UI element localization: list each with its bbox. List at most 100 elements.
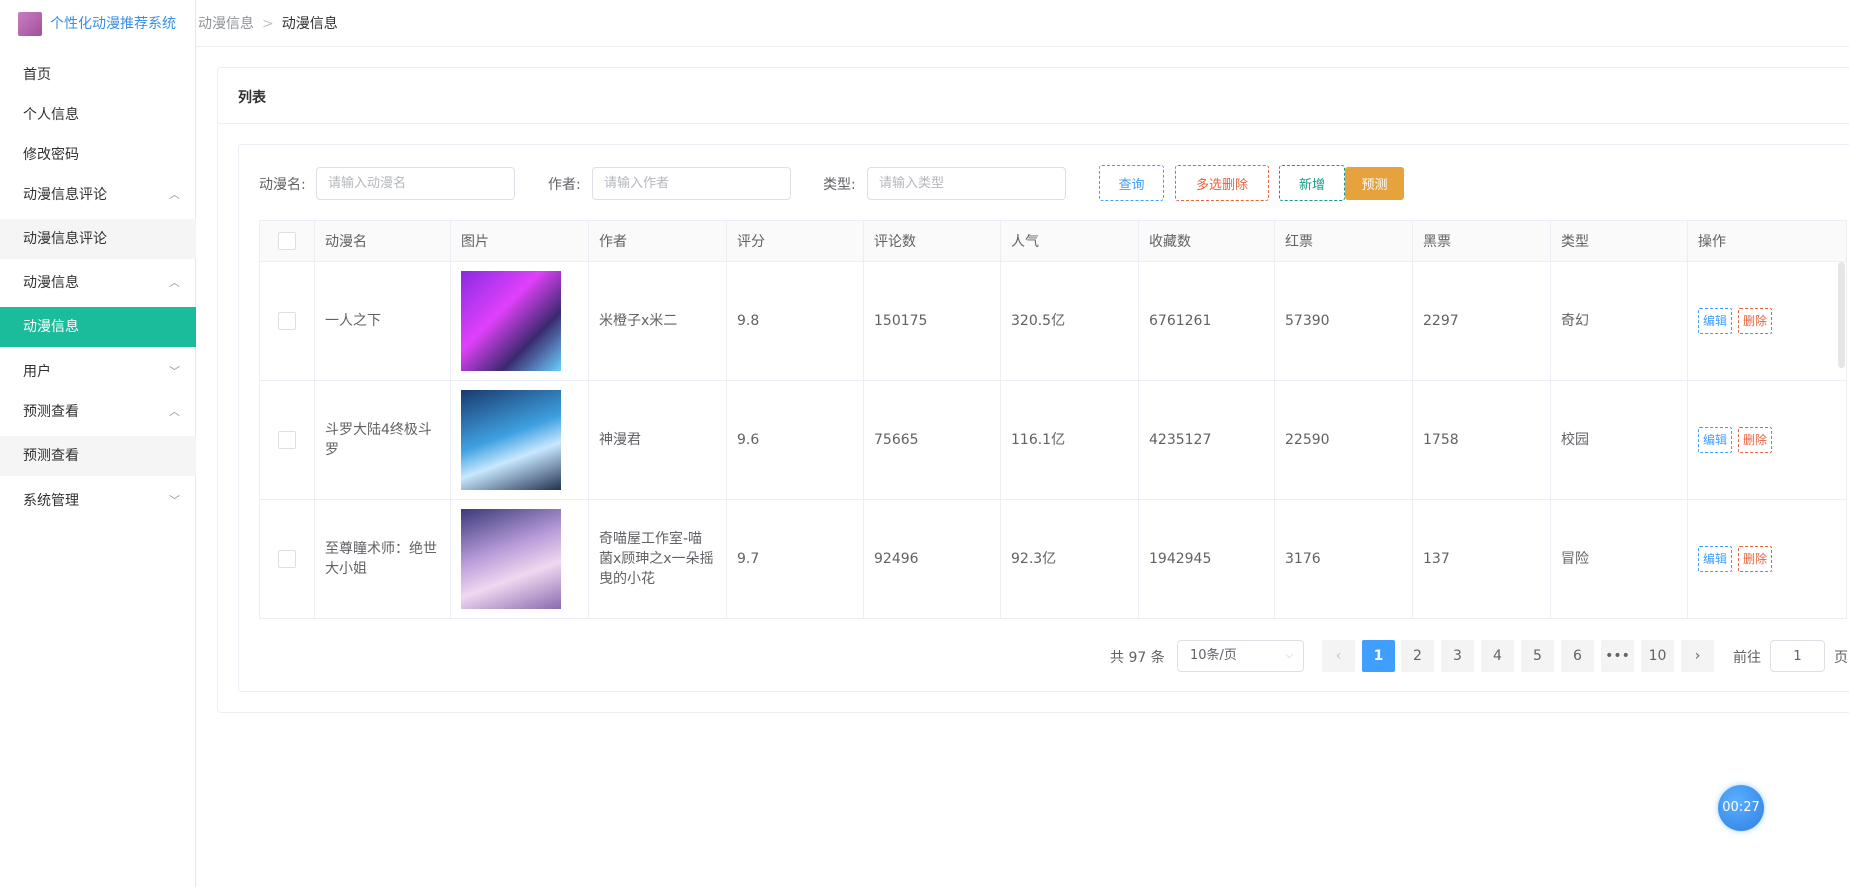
sidebar-item[interactable]: 动漫信息 [0, 307, 196, 347]
sidebar-item[interactable]: 动漫信息 ︿ [0, 263, 196, 303]
timer-badge[interactable]: 00:27 [1718, 785, 1764, 831]
page-button[interactable]: 4 [1481, 640, 1514, 672]
sidebar-item[interactable]: 用户 ﹀ [0, 352, 196, 392]
table-cell: 9.6 [726, 380, 864, 500]
table-cell: 斗罗大陆4终极斗罗 [314, 380, 451, 500]
table-cell: 2297 [1412, 261, 1551, 381]
table-cell: 92496 [863, 499, 1001, 619]
table-cell: 至尊瞳术师：绝世大小姐 [314, 499, 451, 619]
sidebar-item-label: 个人信息 [23, 107, 79, 123]
page-suffix: 页 [1834, 650, 1848, 666]
page-button[interactable]: 6 [1561, 640, 1594, 672]
sidebar-item-label: 动漫信息 [23, 319, 79, 335]
table-cell: 1942945 [1138, 499, 1275, 619]
page-button[interactable]: 5 [1521, 640, 1554, 672]
prev-page-button[interactable]: ‹ [1322, 640, 1355, 672]
name-search-input[interactable] [316, 167, 515, 200]
sidebar-item[interactable]: 动漫信息评论 ︿ [0, 175, 196, 215]
delete-button[interactable]: 删除 [1738, 427, 1773, 453]
table-cell: 4235127 [1138, 380, 1275, 500]
edit-button[interactable]: 编辑 [1698, 308, 1733, 334]
sidebar-item[interactable]: 动漫信息评论 [0, 219, 196, 259]
sidebar-item-label: 动漫信息 [23, 275, 79, 291]
sidebar-item-label: 系统管理 [23, 493, 79, 509]
table-cell: 奇喵屋工作室-喵菌x顾珅之x一朵摇曳的小花 [588, 499, 727, 619]
sidebar-item[interactable]: 系统管理 ﹀ [0, 481, 196, 521]
row-checkbox[interactable] [278, 431, 296, 449]
anime-cover-image [461, 271, 561, 371]
divider [218, 123, 1849, 124]
table-cell: 22590 [1274, 380, 1413, 500]
row-checkbox[interactable] [278, 550, 296, 568]
column-header: 红票 [1274, 220, 1413, 262]
table-cell: 1758 [1412, 380, 1551, 500]
edit-button[interactable]: 编辑 [1698, 427, 1733, 453]
table-cell: 9.7 [726, 499, 864, 619]
anime-cover-image [461, 509, 561, 609]
logo-icon [18, 12, 42, 36]
table-cell: 150175 [863, 261, 1001, 381]
column-header: 人气 [1000, 220, 1139, 262]
table-cell: 3176 [1274, 499, 1413, 619]
sidebar-item-label: 首页 [23, 67, 51, 83]
column-header: 评分 [726, 220, 864, 262]
table-cell: 116.1亿 [1000, 380, 1139, 500]
table-header-row: 动漫名 图片 作者 评分 评论数 人气 收藏数 红票 黑票 类型 操作 [259, 220, 1847, 262]
edit-button[interactable]: 编辑 [1698, 546, 1733, 572]
sidebar-item[interactable]: 预测查看 [0, 436, 196, 476]
page-button[interactable]: 3 [1441, 640, 1474, 672]
column-header: 作者 [588, 220, 727, 262]
column-header: 类型 [1550, 220, 1688, 262]
column-header: 收藏数 [1138, 220, 1275, 262]
type-search-input[interactable] [867, 167, 1066, 200]
page-size-select[interactable]: 10条/页 ⌵ [1177, 640, 1304, 672]
goto-label: 前往 [1733, 650, 1761, 666]
chevron-up-icon: ︿ [169, 188, 180, 201]
author-search-input[interactable] [592, 167, 791, 200]
predict-button[interactable]: 预测 [1345, 167, 1404, 200]
page-button[interactable]: 1 [1362, 640, 1395, 672]
table-cell: 57390 [1274, 261, 1413, 381]
batch-delete-button[interactable]: 多选删除 [1175, 165, 1269, 201]
table-cell: 9.8 [726, 261, 864, 381]
sidebar-item-label: 预测查看 [23, 404, 79, 420]
app-title: 个性化动漫推荐系统 [50, 16, 176, 32]
anime-cover-image [461, 390, 561, 490]
sidebar-item-label: 预测查看 [23, 448, 79, 464]
sidebar-item[interactable]: 个人信息 [0, 95, 196, 135]
breadcrumb-item[interactable]: 动漫信息 [198, 16, 254, 32]
page-button[interactable]: 10 [1641, 640, 1674, 672]
next-page-button[interactable]: › [1681, 640, 1714, 672]
sidebar-item[interactable]: 预测查看 ︿ [0, 392, 196, 432]
chevron-down-icon: ﹀ [169, 365, 180, 378]
sidebar-item-label: 修改密码 [23, 147, 79, 163]
table-cell: 冒险 [1550, 499, 1688, 619]
chevron-up-icon: ︿ [169, 276, 180, 289]
sidebar-item[interactable]: 修改密码 [0, 135, 196, 175]
table-cell: 米橙子x米二 [588, 261, 727, 381]
page-button[interactable]: 2 [1401, 640, 1434, 672]
delete-button[interactable]: 删除 [1738, 546, 1773, 572]
table-cell: 6761261 [1138, 261, 1275, 381]
table-cell: 75665 [863, 380, 1001, 500]
page-button[interactable]: ••• [1601, 640, 1634, 672]
table-scrollbar[interactable] [1838, 262, 1845, 368]
table-row: 至尊瞳术师：绝世大小姐 奇喵屋工作室-喵菌x顾珅之x一朵摇曳的小花 9.7 92496… [259, 499, 1847, 619]
sidebar-item-label: 用户 [23, 364, 51, 380]
total-count: 共 97 条 [1110, 650, 1165, 666]
table-row: 斗罗大陆4终极斗罗 神漫君 9.6 75665 116.1亿 4235127 22590 17… [259, 380, 1847, 500]
sidebar-item[interactable]: 首页 [0, 55, 196, 95]
add-button[interactable]: 新增 [1279, 165, 1345, 201]
query-button[interactable]: 查询 [1099, 165, 1164, 201]
sidebar-item-label: 动漫信息评论 [23, 231, 107, 247]
table-cell: 137 [1412, 499, 1551, 619]
delete-button[interactable]: 删除 [1738, 308, 1773, 334]
table-cell: 320.5亿 [1000, 261, 1139, 381]
column-header: 黑票 [1412, 220, 1551, 262]
top-bar [196, 0, 1849, 47]
row-checkbox[interactable] [278, 312, 296, 330]
column-header: 评论数 [863, 220, 1001, 262]
select-all-checkbox[interactable] [278, 232, 296, 250]
goto-page-input[interactable] [1770, 640, 1825, 672]
breadcrumb-current: 动漫信息 [281, 16, 338, 32]
